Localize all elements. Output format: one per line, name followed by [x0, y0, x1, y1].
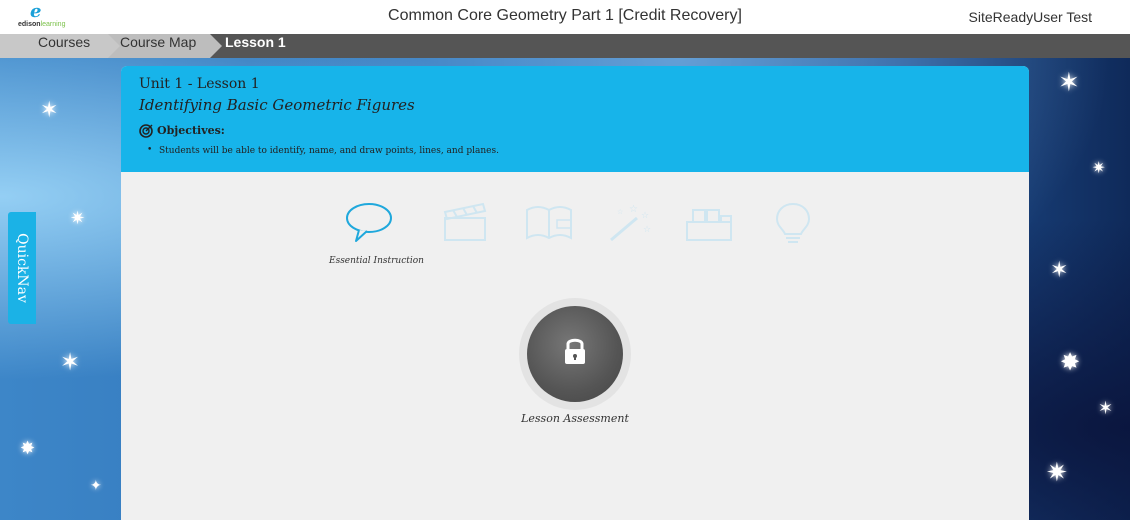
- svg-text:☆: ☆: [617, 208, 623, 216]
- breadcrumb-courses[interactable]: Courses: [0, 34, 120, 58]
- lesson-card: Unit 1 - Lesson 1 Identifying Basic Geom…: [121, 66, 1029, 520]
- lightbulb-icon: [775, 202, 811, 243]
- sparkle: ✸: [20, 438, 36, 459]
- lesson-header: Unit 1 - Lesson 1 Identifying Basic Geom…: [121, 66, 1029, 172]
- target-icon: [139, 124, 153, 138]
- lesson-title: Identifying Basic Geometric Figures: [139, 96, 415, 114]
- clapperboard-icon: [443, 202, 487, 241]
- assessment-circle: [527, 306, 623, 402]
- sparkle: ✦: [90, 478, 102, 494]
- speech-bubble-icon: [346, 203, 392, 242]
- sparkle: ✶: [60, 348, 81, 376]
- sparkle: ✶: [1050, 258, 1069, 283]
- lesson-assessment-label: Lesson Assessment: [521, 412, 629, 425]
- summary-activity[interactable]: [767, 200, 819, 244]
- essential-instruction-label: Essential Instruction: [329, 256, 424, 266]
- magic-wand-icon: ☆ ☆ ☆ ☆: [610, 204, 651, 242]
- breadcrumb-lesson: Lesson 1: [225, 34, 286, 50]
- building-blocks-icon: [686, 209, 732, 241]
- reading-activity[interactable]: [523, 200, 575, 244]
- breadcrumb-course-map[interactable]: Course Map: [108, 34, 222, 58]
- essential-instruction-activity[interactable]: [343, 200, 395, 244]
- svg-text:☆: ☆: [629, 204, 638, 215]
- open-book-icon: [526, 206, 572, 240]
- sparkle: ✶: [1058, 68, 1080, 98]
- practice-activity[interactable]: ☆ ☆ ☆ ☆: [605, 200, 657, 244]
- objective-item: Students will be able to identify, name,…: [147, 145, 499, 156]
- lock-icon: [565, 338, 585, 364]
- top-header: e edisonlearning Common Core Geometry Pa…: [0, 0, 1130, 34]
- blocks-activity[interactable]: [683, 200, 735, 244]
- sparkle: ✶: [1098, 398, 1114, 419]
- sparkle: ✷: [1046, 458, 1068, 488]
- svg-text:☆: ☆: [641, 211, 649, 221]
- sparkle: ✸: [1060, 348, 1081, 376]
- lesson-assessment-button[interactable]: [519, 298, 631, 410]
- user-name[interactable]: SiteReadyUser Test: [969, 9, 1092, 25]
- objectives-label: Objectives:: [157, 124, 225, 137]
- sparkle: ✶: [40, 98, 59, 123]
- sparkle: ✷: [1092, 158, 1106, 177]
- quicknav-tab[interactable]: QuickNav: [8, 212, 36, 324]
- svg-text:☆: ☆: [643, 225, 651, 235]
- video-activity[interactable]: [439, 200, 491, 244]
- quicknav-label: QuickNav: [14, 233, 30, 303]
- course-title: Common Core Geometry Part 1 [Credit Reco…: [388, 7, 742, 24]
- breadcrumb: Courses Course Map Lesson 1: [0, 34, 1130, 58]
- sparkle: ✷: [70, 208, 86, 229]
- unit-lesson-heading: Unit 1 - Lesson 1: [139, 76, 260, 92]
